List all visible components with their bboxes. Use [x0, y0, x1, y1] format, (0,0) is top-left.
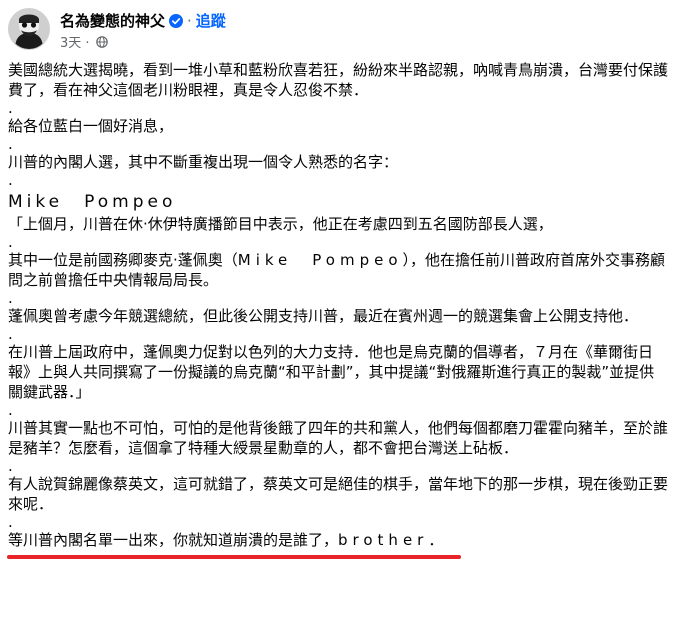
paragraph-dot: . [8, 233, 13, 251]
paragraph-dot: . [8, 513, 13, 531]
underlined-sentence: 等川普內閣名單一出來，你就知道崩潰的是誰了，brother． [7, 530, 462, 559]
paragraph-dot: . [8, 289, 13, 307]
post-paragraph: 有人說賀錦麗像蔡英文，這可就錯了，蔡英文可是絕佳的棋手，當年地下的那一步棋，現在… [8, 475, 669, 513]
post-paragraph: 川普的內閣人選，其中不斷重複出現一個令人熟悉的名字： [8, 153, 399, 171]
post-paragraph: 給各位藍白一個好消息， [8, 117, 174, 135]
post-paragraph: 蓬佩奧曾考慮今年競選總統，但此後公開支持川普，最近在賓州週一的競選集會上公開支持… [8, 307, 639, 325]
post-paragraph-name: Mike Pompeo [8, 192, 177, 212]
paragraph-dot: . [8, 401, 13, 419]
text-segment: ． [428, 531, 444, 549]
verified-badge-icon [169, 14, 184, 28]
post-paragraph: 在川普上屆政府中，蓬佩奧力促對以色列的大力支持．他也是烏克蘭的倡導者，７月在《華… [8, 343, 655, 401]
post-timestamp[interactable]: 3天 [60, 36, 81, 51]
red-underline-annotation [7, 555, 462, 559]
text-segment: 等川普內閣名單一出來，你就知道崩潰的是誰了， [8, 531, 339, 549]
post-paragraph: 「上個月，川普在休·休伊特廣播節目中表示，他正在考慮四到五名國防部長人選， [8, 215, 553, 233]
post-paragraph-final: 等川普內閣名單一出來，你就知道崩潰的是誰了，brother． [7, 530, 668, 559]
text-segment-brother: brother [338, 531, 429, 549]
post-header: 名為變態的神父 · 追蹤 3天 · [8, 6, 668, 52]
text-segment: 其中一位是前國務卿麥克·蓬佩奧（ [8, 251, 238, 269]
post-body: 美國總統大選揭曉，看到一堆小草和藍粉欣喜若狂，紛紛來半路認親，吶喊青鳥崩潰，台灣… [7, 60, 669, 559]
post-meta: 3天 · [60, 32, 108, 51]
post-paragraph: 美國總統大選揭曉，看到一堆小草和藍粉欣喜若狂，紛紛來半路認親，吶喊青鳥崩潰，台灣… [8, 61, 669, 99]
text-segment-name: Mike Pompeo [237, 251, 403, 269]
post-paragraph: 川普其實一點也不可怕，可怕的是他背後餓了四年的共和黨人，他們每個都磨刀霍霍向豬羊… [8, 419, 669, 457]
meta-separator: · [85, 36, 90, 51]
author-name[interactable]: 名為變態的神父 [60, 12, 165, 30]
avatar[interactable] [8, 8, 50, 50]
paragraph-dot: . [8, 457, 13, 475]
author-row: 名為變態的神父 · 追蹤 [60, 10, 226, 31]
paragraph-dot: . [8, 99, 13, 117]
paragraph-dot: . [8, 135, 13, 153]
post-paragraph: 其中一位是前國務卿麥克·蓬佩奧（Mike Pompeo），他在擔任前川普政府首席… [8, 250, 668, 290]
paragraph-dot: . [8, 325, 13, 343]
globe-icon[interactable] [95, 36, 108, 48]
paragraph-dot: . [8, 171, 13, 189]
separator-dot: · [187, 12, 192, 30]
avatar-image [9, 9, 49, 49]
follow-button[interactable]: 追蹤 [196, 12, 226, 30]
